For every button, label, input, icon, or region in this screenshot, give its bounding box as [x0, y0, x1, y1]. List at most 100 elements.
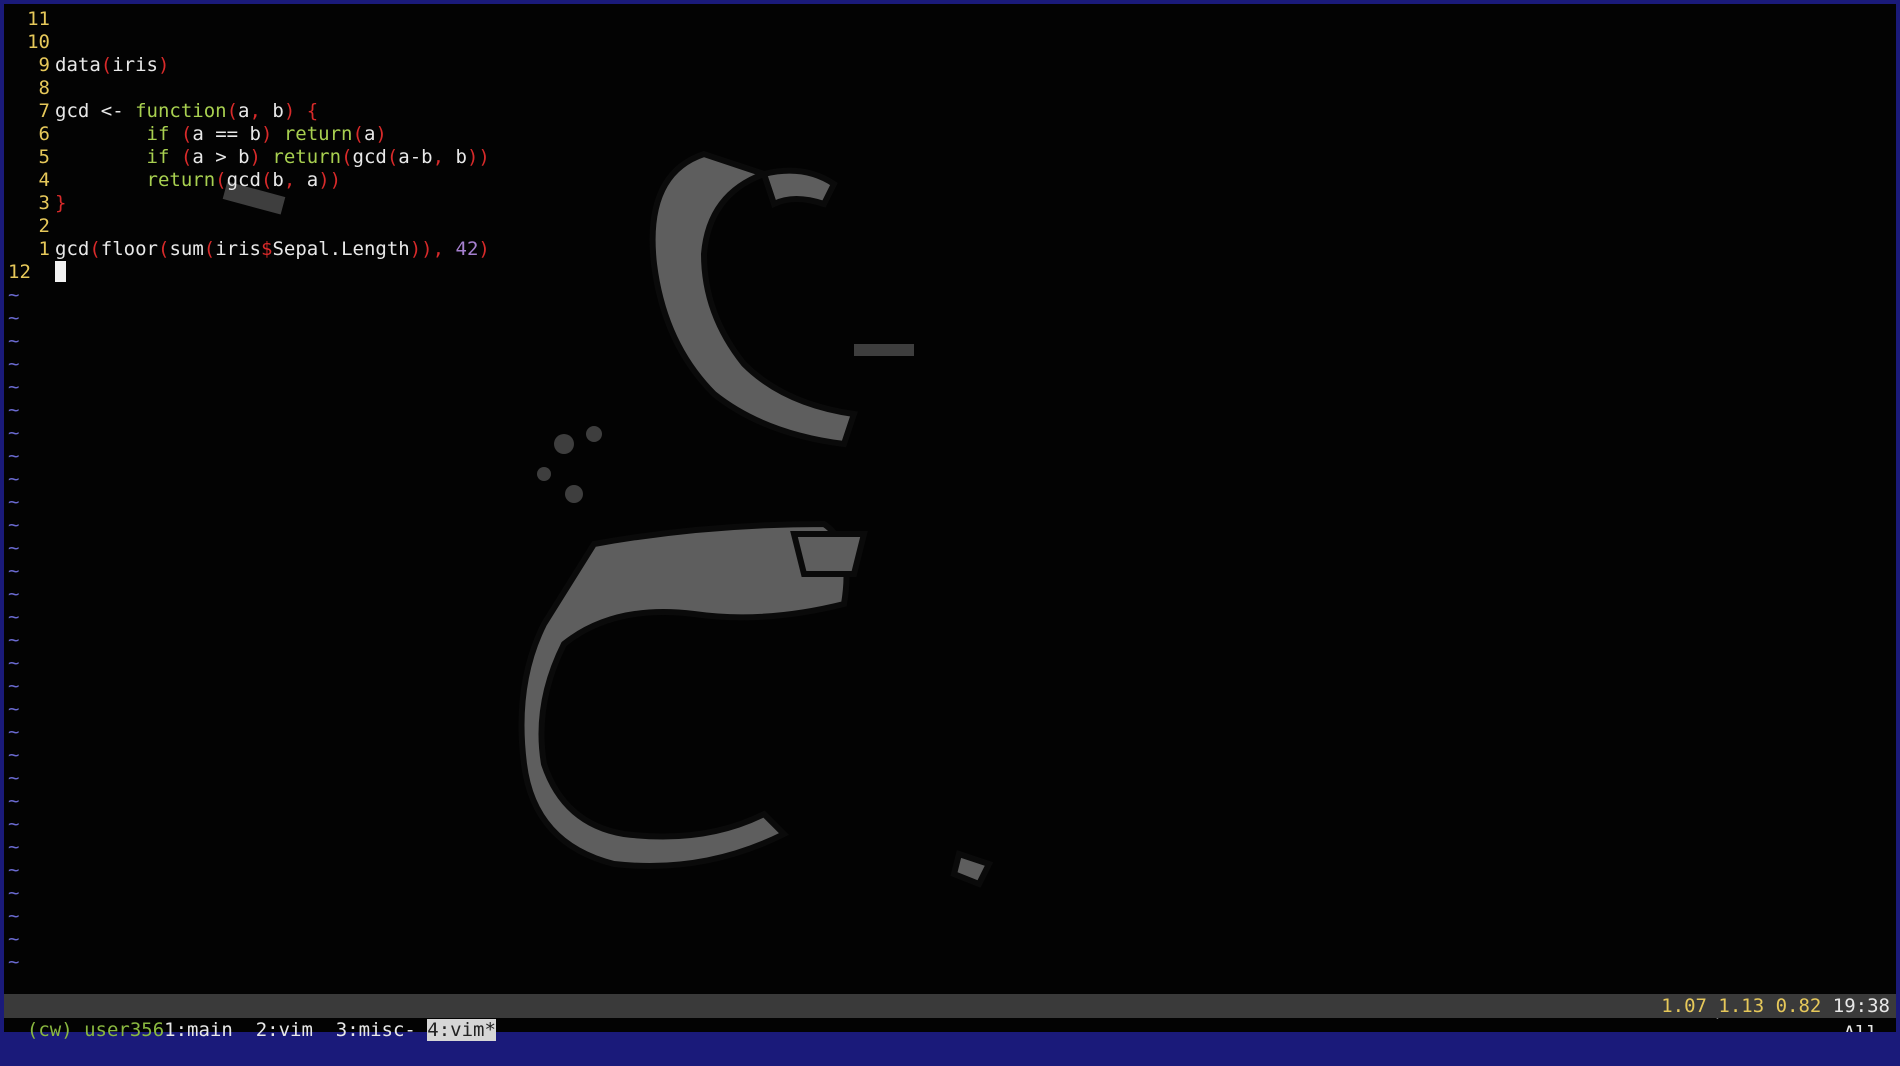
code-token: )	[249, 146, 261, 168]
line-code: data(iris)	[55, 54, 169, 76]
line-number: 1	[38, 238, 50, 260]
tilde-marker: ~	[8, 859, 20, 881]
line-number: 10	[27, 31, 50, 53]
tilde-marker: ~	[8, 399, 20, 421]
code-token: ))	[409, 238, 433, 260]
code-token: if	[146, 123, 170, 145]
tilde-marker: ~	[8, 721, 20, 743]
tilde-marker: ~	[8, 422, 20, 444]
tilde-marker: ~	[8, 445, 20, 467]
code-line[interactable]: 1 gcd(floor(sum(iris$Sepal.Length)), 42)	[4, 238, 490, 261]
tmux-window-tab[interactable]: 4:vim*	[427, 1019, 496, 1041]
code-token: 42	[455, 238, 479, 260]
code-line[interactable]: 3}	[4, 192, 67, 215]
code-line[interactable]: 8	[4, 77, 55, 100]
tilde-marker: ~	[8, 813, 20, 835]
code-token: (	[341, 146, 353, 168]
tilde-marker: ~	[8, 675, 20, 697]
tmux-status-right: 1.07 1.13 0.82 19:38	[1661, 994, 1890, 1018]
code-token: a > b	[192, 146, 250, 168]
code-token: ,	[249, 100, 261, 122]
code-token: sum	[169, 238, 204, 260]
tilde-marker: ~	[8, 583, 20, 605]
code-line[interactable]: 5 if (a > b) return(gcd(a-b, b))	[4, 146, 490, 169]
code-token: $	[260, 238, 273, 260]
tilde-marker: ~	[8, 698, 20, 720]
tilde-marker: ~	[8, 606, 20, 628]
code-line[interactable]: 10	[4, 31, 55, 54]
line-number: 6	[38, 123, 50, 145]
code-token: ))	[318, 169, 342, 191]
code-line[interactable]: 2	[4, 215, 55, 238]
code-line[interactable]: 6 if (a == b) return(a)	[4, 123, 387, 146]
tmux-window-tab[interactable]: 1:main	[164, 1019, 244, 1041]
code-token: return	[146, 169, 216, 191]
code-token: ,	[432, 146, 445, 168]
code-line[interactable]: 11	[4, 8, 55, 31]
terminal-screen[interactable]: 11 10 9 data(iris) 8 7 gcd <- function(a, b) {…	[4, 4, 1896, 1032]
tilde-marker: ~	[8, 491, 20, 513]
code-line[interactable]: 12	[4, 261, 66, 284]
line-code: return(gcd(b, a))	[55, 169, 342, 191]
tilde-marker: ~	[8, 560, 20, 582]
tmux-status-bar: (cw) user3561:main 2:vim 3:misc- 4:vim* …	[4, 994, 1896, 1041]
code-line[interactable]: 4 return(gcd(b, a))	[4, 169, 342, 192]
code-token: a	[238, 100, 250, 122]
code-token: Sepal.Length	[272, 238, 410, 260]
line-code: if (a == b) return(a)	[55, 123, 387, 145]
tilde-marker: ~	[8, 882, 20, 904]
line-number: 4	[38, 169, 50, 191]
code-token: (	[226, 100, 239, 122]
code-token: )	[283, 100, 296, 122]
code-token: (	[180, 146, 193, 168]
line-number: 5	[38, 146, 50, 168]
line-number: 12	[8, 261, 31, 283]
text-cursor	[55, 261, 66, 282]
code-token: b	[444, 146, 467, 168]
load-average: 1.07 1.13 0.82	[1661, 995, 1822, 1017]
tilde-marker: ~	[8, 353, 20, 375]
tmux-window-tab[interactable]: 3:misc-	[324, 1019, 427, 1041]
code-token: (	[260, 169, 273, 191]
tilde-marker: ~	[8, 905, 20, 927]
code-token: ,	[432, 238, 445, 260]
code-token: (	[386, 146, 399, 168]
code-token: )	[375, 123, 387, 145]
code-token: iris	[112, 54, 158, 76]
code-token: )	[478, 238, 490, 260]
code-token: gcd	[352, 146, 387, 168]
code-token: return	[272, 146, 342, 168]
code-token: gcd <-	[55, 100, 136, 122]
code-token: data	[55, 54, 101, 76]
code-line[interactable]: 9 data(iris)	[4, 54, 170, 77]
code-token: (	[352, 123, 364, 145]
line-code: if (a > b) return(gcd(a-b, b))	[55, 146, 490, 168]
tilde-marker: ~	[8, 330, 20, 352]
tmux-session-name: (cw) user356	[26, 1019, 165, 1041]
code-token: a	[363, 123, 376, 145]
code-token: (	[100, 54, 113, 76]
line-number: 3	[38, 192, 50, 214]
tmux-window-tab[interactable]: 2:vim	[244, 1019, 324, 1041]
tilde-marker: ~	[8, 744, 20, 766]
code-token: (	[203, 238, 216, 260]
line-number: 11	[27, 8, 50, 30]
code-line[interactable]: 7 gcd <- function(a, b) {	[4, 100, 319, 123]
code-token: ,	[283, 169, 296, 191]
code-token: )	[157, 54, 170, 76]
tilde-marker: ~	[8, 836, 20, 858]
code-token: function	[135, 100, 227, 122]
line-code: }	[55, 192, 66, 214]
code-token: a-b	[398, 146, 433, 168]
tilde-marker: ~	[8, 652, 20, 674]
tilde-marker: ~	[8, 514, 20, 536]
code-token: (	[89, 238, 101, 260]
code-token: (	[157, 238, 170, 260]
